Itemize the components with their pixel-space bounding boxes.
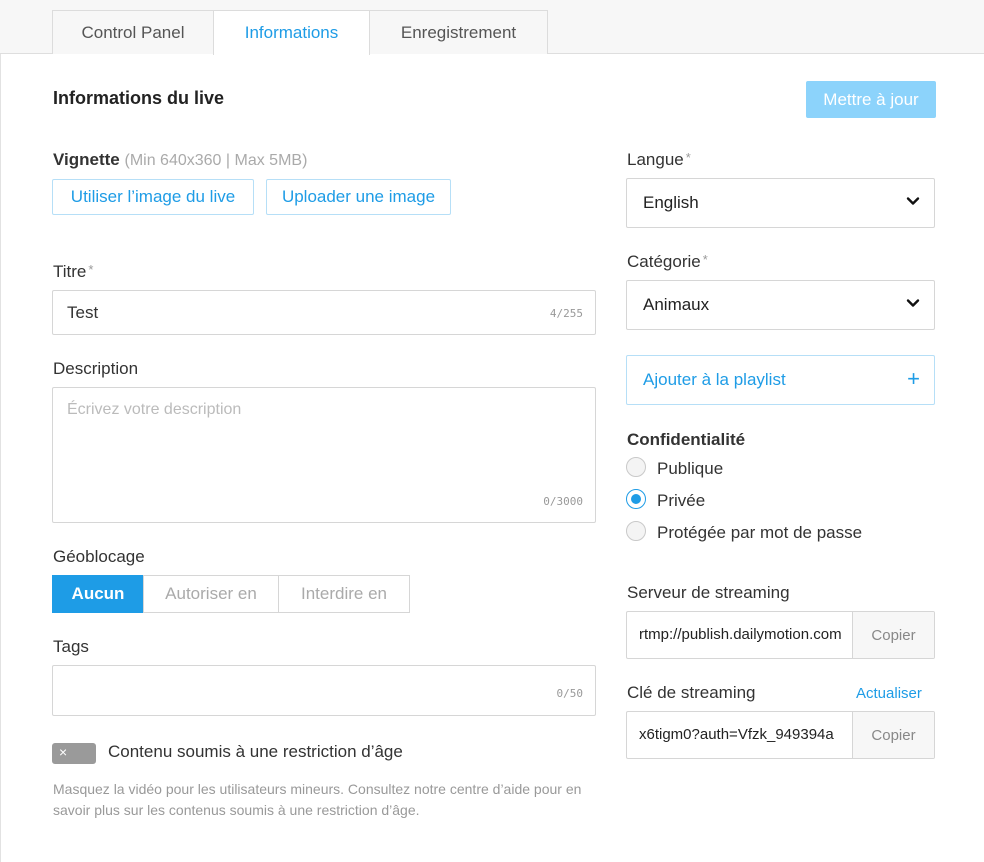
plus-icon: + (907, 366, 920, 391)
streaming-key-label: Clé de streaming (627, 683, 756, 702)
description-counter: 0/3000 (543, 495, 583, 508)
geoblocking-none[interactable]: Aucun (52, 575, 144, 613)
streaming-server-label: Serveur de streaming (627, 583, 790, 602)
toggle-off-icon: × (59, 744, 68, 760)
privacy-private-label[interactable]: Privée (657, 491, 705, 511)
title-label: Titre (53, 262, 87, 281)
upload-image-button[interactable]: Uploader une image (266, 179, 451, 215)
use-live-image-button[interactable]: Utiliser l’image du live (52, 179, 254, 215)
privacy-private-radio[interactable] (626, 489, 646, 509)
left-border (0, 0, 1, 862)
category-label-row: Catégorie * (627, 252, 708, 272)
thumbnail-label-row: Vignette (Min 640x360 | Max 5MB) (53, 150, 307, 170)
language-value: English (643, 193, 699, 212)
language-select[interactable]: English (626, 178, 935, 228)
age-restriction-toggle[interactable]: × (52, 743, 96, 764)
description-label: Description (53, 359, 139, 378)
category-value: Animaux (643, 295, 710, 314)
geoblocking-label: Géoblocage (53, 547, 145, 566)
title-input[interactable]: Test 4/255 (52, 290, 596, 335)
tags-input[interactable]: 0/50 (52, 665, 596, 716)
title-counter: 4/255 (549, 307, 583, 320)
add-to-playlist-label: Ajouter à la playlist (643, 370, 786, 389)
title-required-mark: * (88, 262, 94, 277)
language-label-row: Langue * (627, 150, 691, 170)
tags-label: Tags (53, 637, 89, 656)
tab-informations[interactable]: Informations (213, 10, 370, 55)
title-label-row: Titre * (53, 262, 93, 282)
chevron-down-icon (906, 299, 920, 307)
description-placeholder: Écrivez votre description (67, 401, 242, 418)
category-label: Catégorie (627, 252, 701, 271)
tab-enregistrement[interactable]: Enregistrement (369, 10, 548, 54)
privacy-public-label[interactable]: Publique (657, 459, 723, 479)
category-required-mark: * (702, 252, 708, 267)
refresh-key-link[interactable]: Actualiser (856, 685, 922, 702)
title-value: Test (67, 303, 99, 322)
geoblocking-allow-in[interactable]: Autoriser en (143, 575, 279, 613)
privacy-password-label[interactable]: Protégée par mot de passe (657, 523, 862, 543)
thumbnail-hint: (Min 640x360 | Max 5MB) (124, 152, 308, 169)
geoblocking-deny-in[interactable]: Interdire en (278, 575, 410, 613)
section-title: Informations du live (53, 88, 225, 108)
streaming-key-value[interactable]: x6tigm0?auth=Vfzk_949394a (639, 726, 853, 743)
privacy-public-radio[interactable] (626, 457, 646, 477)
copy-key-button[interactable]: Copier (852, 712, 934, 758)
chevron-down-icon (906, 197, 920, 205)
thumbnail-label: Vignette (53, 150, 120, 169)
tags-counter: 0/50 (556, 687, 584, 700)
language-required-mark: * (685, 150, 691, 165)
streaming-server-value[interactable]: rtmp://publish.dailymotion.com (639, 626, 853, 643)
tab-control-panel[interactable]: Control Panel (52, 10, 214, 54)
streaming-server-field[interactable]: rtmp://publish.dailymotion.com Copier (626, 611, 935, 659)
age-restriction-label: Contenu soumis à une restriction d’âge (108, 742, 403, 761)
add-to-playlist-button[interactable]: Ajouter à la playlist + (626, 355, 935, 405)
category-select[interactable]: Animaux (626, 280, 935, 330)
privacy-label: Confidentialité (627, 430, 746, 449)
age-restriction-help: Masquez la vidéo pour les utilisateurs m… (53, 781, 582, 818)
copy-server-button[interactable]: Copier (852, 612, 934, 658)
update-button[interactable]: Mettre à jour (806, 81, 936, 118)
language-label: Langue (627, 150, 684, 169)
privacy-password-radio[interactable] (626, 521, 646, 541)
description-textarea[interactable]: Écrivez votre description 0/3000 (52, 387, 596, 523)
streaming-key-field[interactable]: x6tigm0?auth=Vfzk_949394a Copier (626, 711, 935, 759)
